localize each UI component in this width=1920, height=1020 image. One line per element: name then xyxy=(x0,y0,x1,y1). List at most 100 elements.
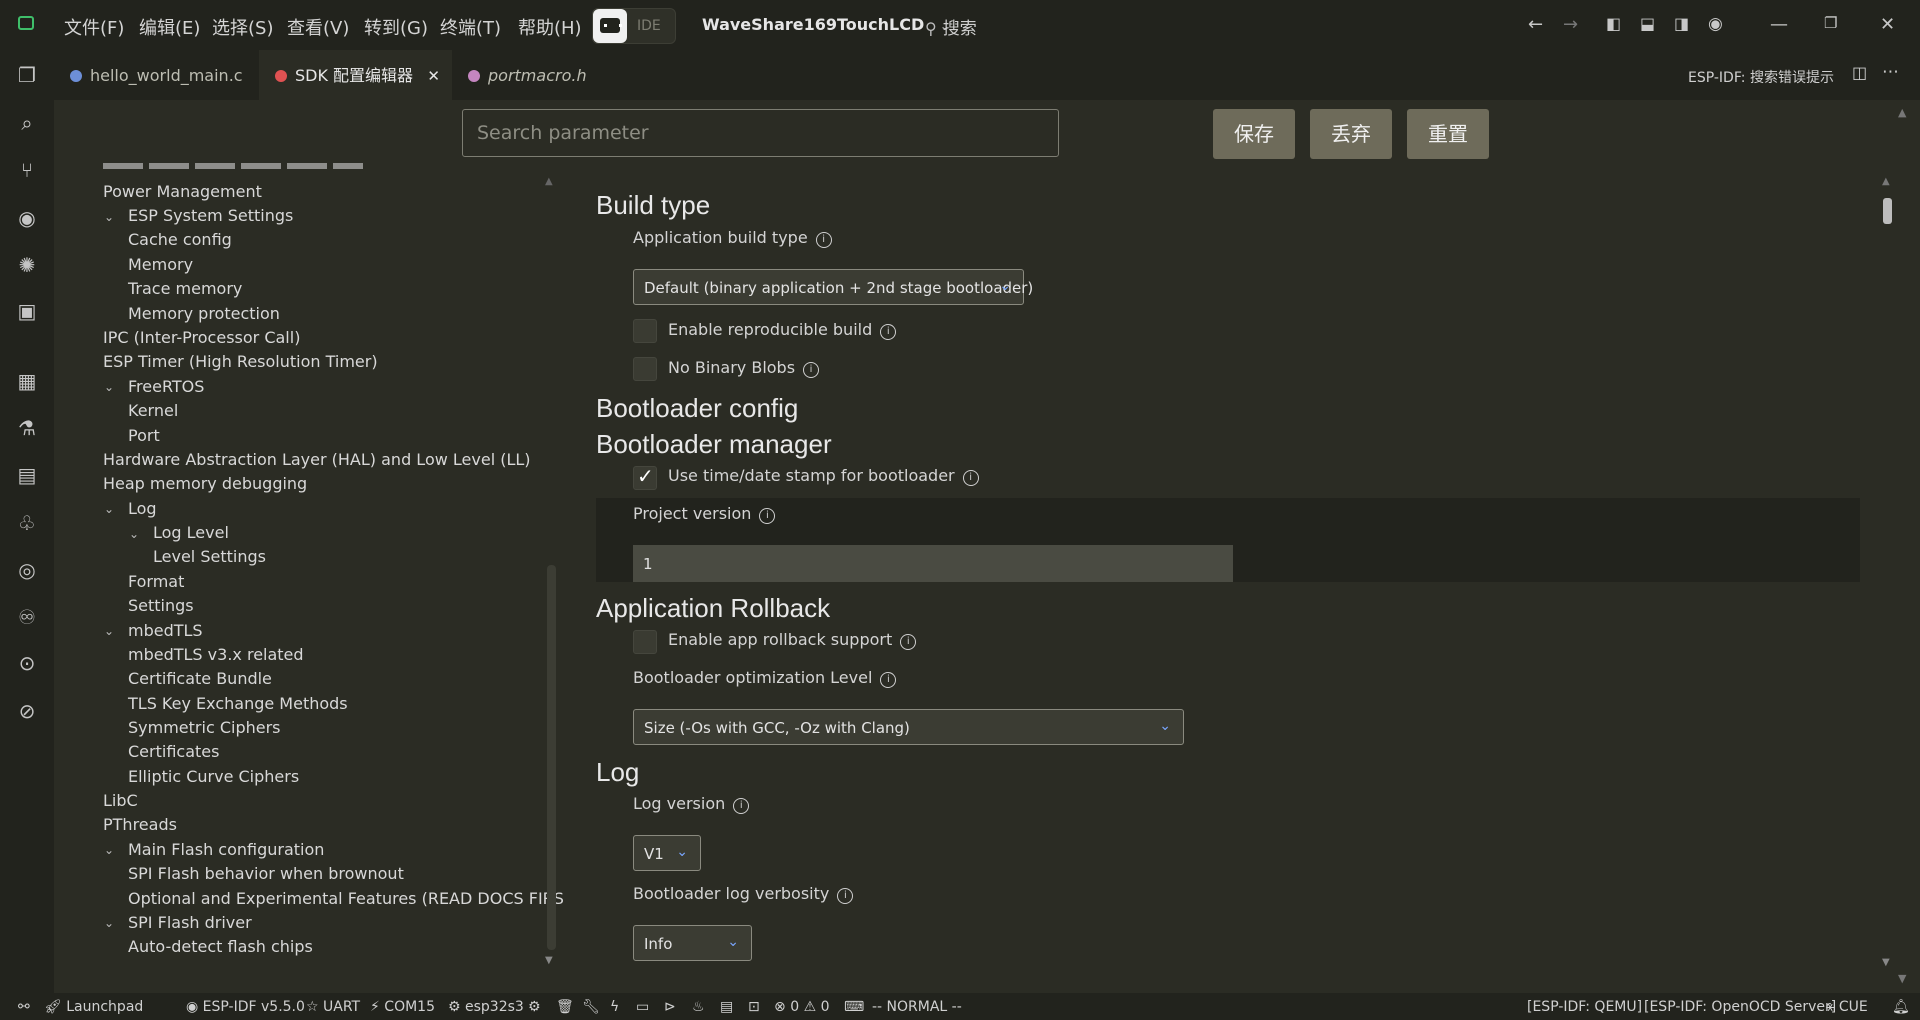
tree-item[interactable]: Memory xyxy=(128,255,193,274)
preview-eye-icon[interactable]: ◉ xyxy=(14,205,40,231)
extensions-icon[interactable]: ▦ xyxy=(14,368,40,394)
search-parameter-input[interactable]: Search parameter xyxy=(462,109,1059,157)
tree-item[interactable]: mbedTLS v3.x related xyxy=(128,645,304,664)
forward-arrow-icon[interactable]: → xyxy=(1563,14,1578,35)
board-config-icon[interactable]: ▤ xyxy=(14,462,40,488)
tree-scrollbar-thumb[interactable] xyxy=(547,565,556,950)
esp-idf-error-hint[interactable]: ESP-IDF: 搜索错误提示 xyxy=(1688,67,1834,87)
info-icon[interactable]: i xyxy=(880,672,897,688)
tree-item[interactable]: Port xyxy=(128,426,160,445)
keyboard-icon[interactable]: ⌨ xyxy=(844,999,864,1015)
command-search[interactable]: ⚲ 搜索 xyxy=(925,14,977,39)
discard-button[interactable]: 丢弃 xyxy=(1310,109,1392,159)
chevron-down-icon[interactable]: ⌄ xyxy=(104,843,114,857)
source-control-icon[interactable]: ⑂ xyxy=(14,157,40,183)
uart-item[interactable]: ☆ UART xyxy=(306,999,360,1015)
search-icon[interactable]: ⌕ xyxy=(14,110,40,136)
content-scroll-up-icon[interactable]: ▲ xyxy=(1882,176,1890,187)
tree-item[interactable]: Kernel xyxy=(128,401,178,420)
notifications-bell-icon[interactable]: 🔔︎ xyxy=(1892,999,1910,1015)
tree-item[interactable]: IPC (Inter-Processor Call) xyxy=(103,328,300,347)
info-icon[interactable]: i xyxy=(900,634,917,650)
cue-item[interactable]: ⚹ CUE xyxy=(1826,999,1868,1015)
chevron-down-icon[interactable]: ⌄ xyxy=(104,624,114,638)
info-icon[interactable]: i xyxy=(880,324,897,340)
tree-item[interactable]: Format xyxy=(128,572,184,591)
tree-icon[interactable]: ♧ xyxy=(14,510,40,536)
monitor-icon[interactable]: ▭ xyxy=(636,999,649,1015)
testing-flask-icon[interactable]: ⚗ xyxy=(14,415,40,441)
tree-item[interactable]: Optional and Experimental Features (READ… xyxy=(128,889,580,908)
run-icon[interactable]: ⊡ xyxy=(748,999,760,1015)
remote-explorer-icon[interactable]: ▣ xyxy=(14,298,40,324)
tree-item[interactable]: Memory protection xyxy=(128,304,280,323)
tree-item[interactable]: SPI Flash driver xyxy=(128,913,252,932)
menu-terminal[interactable]: 终端(T) xyxy=(440,14,501,40)
save-button[interactable]: 保存 xyxy=(1213,109,1295,159)
toggle-primary-sidebar-icon[interactable]: ◧ xyxy=(1606,14,1621,33)
tree-item[interactable]: Log Level xyxy=(153,523,229,542)
tree-item[interactable]: FreeRTOS xyxy=(128,377,204,396)
content-scroll-down-icon[interactable]: ▼ xyxy=(1898,972,1906,985)
optimization-level-select[interactable]: Size (-Os with GCC, -Oz with Clang) ⌄ xyxy=(633,709,1184,745)
tree-item[interactable]: Elliptic Curve Ciphers xyxy=(128,767,299,786)
flash-icon[interactable]: ϟ xyxy=(610,999,619,1015)
tree-item[interactable]: Cache config xyxy=(128,230,232,249)
tree-item[interactable]: SPI Flash behavior when brownout xyxy=(128,864,404,883)
idf-version-item[interactable]: ◉ ESP-IDF v5.5.0 xyxy=(186,999,305,1015)
toggle-panel-icon[interactable]: ⬓ xyxy=(1640,14,1655,33)
tree-item[interactable]: TLS Key Exchange Methods xyxy=(128,694,348,713)
build-wrench-icon[interactable]: 🔧︎ xyxy=(582,999,600,1015)
tree-item[interactable]: Heap memory debugging xyxy=(103,474,307,493)
port-item[interactable]: ⚡︎ COM15 xyxy=(370,999,435,1015)
chevron-down-icon[interactable]: ⌄ xyxy=(104,502,114,516)
tab-portmacro[interactable]: portmacro.h xyxy=(452,50,622,100)
tree-item[interactable]: PThreads xyxy=(103,815,177,834)
python-icon[interactable]: ♾ xyxy=(14,604,40,630)
chevron-down-icon[interactable]: ⌄ xyxy=(104,916,114,930)
tree-item[interactable]: ESP Timer (High Resolution Timer) xyxy=(103,352,378,371)
content-scrollbar-thumb[interactable] xyxy=(1883,198,1892,224)
terminal-icon[interactable]: ▤ xyxy=(720,999,733,1015)
info-icon[interactable]: i xyxy=(759,508,776,524)
info-icon[interactable]: i xyxy=(837,888,854,904)
menu-goto[interactable]: 转到(G) xyxy=(364,14,428,40)
content-scroll-up-icon[interactable]: ▲ xyxy=(1898,106,1906,119)
espressif-icon[interactable]: ◎ xyxy=(14,557,40,583)
menu-help[interactable]: 帮助(H) xyxy=(518,14,582,40)
tree-item[interactable]: Level Settings xyxy=(153,547,266,566)
tree-scroll-down-icon[interactable]: ▼ xyxy=(545,955,553,966)
info-icon[interactable]: i xyxy=(815,232,832,248)
settings-gear-icon[interactable]: ⚙ xyxy=(528,999,541,1015)
tree-item[interactable]: Certificates xyxy=(128,742,219,761)
menu-view[interactable]: 查看(V) xyxy=(287,14,349,40)
tree-item[interactable]: Main Flash configuration xyxy=(128,840,324,859)
debug-bug-icon[interactable]: ✺ xyxy=(14,252,40,278)
chevron-down-icon[interactable]: ⌄ xyxy=(104,380,114,394)
tree-item[interactable]: Symmetric Ciphers xyxy=(128,718,281,737)
back-arrow-icon[interactable]: ← xyxy=(1528,14,1543,35)
explorer-icon[interactable]: ❐ xyxy=(14,62,40,88)
more-actions-icon[interactable]: ⋯ xyxy=(1882,62,1899,82)
menu-selection[interactable]: 选择(S) xyxy=(212,14,273,40)
tree-item[interactable]: Hardware Abstraction Layer (HAL) and Low… xyxy=(103,450,531,469)
debug-icon[interactable]: ⊳ xyxy=(664,999,676,1015)
tree-item[interactable]: Settings xyxy=(128,596,194,615)
problems-item[interactable]: ⊗ 0 ⚠ 0 xyxy=(774,999,830,1015)
reset-button[interactable]: 重置 xyxy=(1407,109,1489,159)
restore-icon[interactable]: ❐ xyxy=(1824,14,1837,32)
timeline-icon[interactable]: ⊘ xyxy=(14,698,40,724)
minimize-icon[interactable]: — xyxy=(1770,14,1788,35)
timestamp-checkbox[interactable] xyxy=(633,464,657,490)
qemu-item[interactable]: [ESP-IDF: QEMU] xyxy=(1527,999,1642,1015)
reproducible-build-checkbox[interactable] xyxy=(633,319,657,343)
menu-edit[interactable]: 编辑(E) xyxy=(139,14,200,40)
menu-file[interactable]: 文件(F) xyxy=(64,14,124,40)
chevron-down-icon[interactable]: ⌄ xyxy=(104,210,114,224)
account-icon[interactable]: ◉ xyxy=(1708,14,1723,34)
target-item[interactable]: ⚙ esp32s3 xyxy=(448,999,524,1015)
tree-item[interactable]: Log xyxy=(128,499,157,518)
split-editor-icon[interactable]: ◫ xyxy=(1852,63,1867,82)
fire-icon[interactable]: ♨ xyxy=(692,999,705,1015)
chevron-down-icon[interactable]: ⌄ xyxy=(129,527,139,541)
